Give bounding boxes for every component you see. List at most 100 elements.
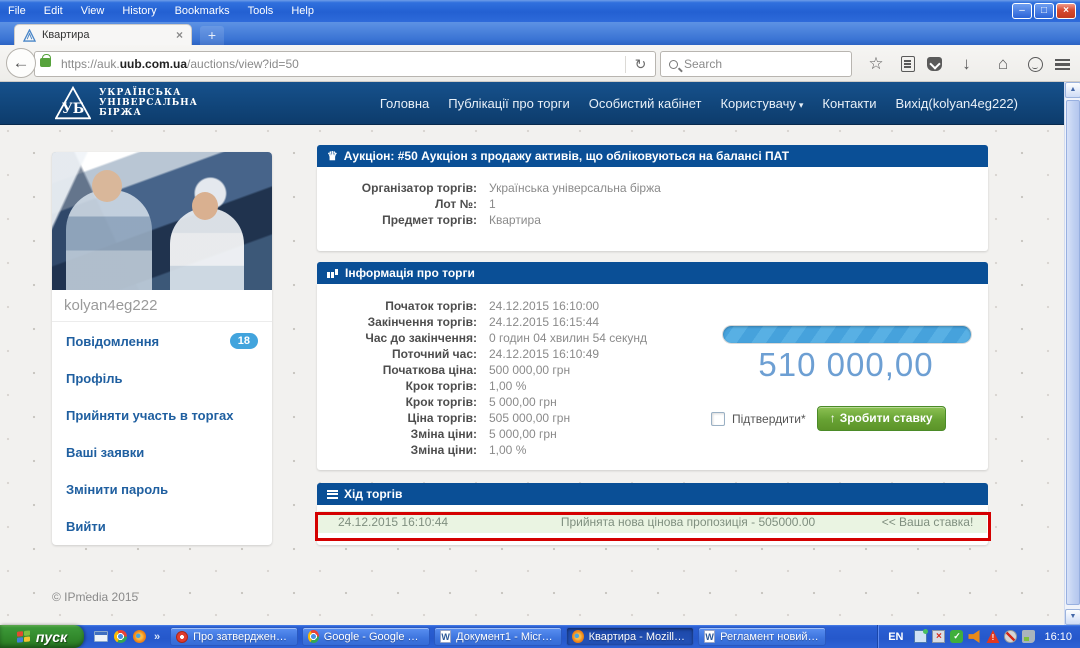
menu-bookmarks[interactable]: Bookmarks [175, 5, 230, 17]
download-icon[interactable]: ↓ [955, 54, 979, 74]
taskbar-clock[interactable]: 16:10 [1044, 631, 1072, 643]
place-bid-button[interactable]: ↑Зробити ставку [817, 406, 946, 431]
info-value: 24.12.2015 16:10:00 [489, 299, 599, 313]
task-button-chrome[interactable]: Google - Google Chrome [302, 627, 430, 646]
start-button[interactable]: пуск [0, 625, 84, 648]
site-favicon-icon [23, 29, 36, 42]
info-label: Поточний час: [317, 347, 477, 362]
url-bar[interactable]: https://auk.uub.com.ua/auctions/view?id=… [34, 51, 656, 77]
task-button-document-alert[interactable]: Про затвердження ... [170, 627, 298, 646]
home-icon[interactable]: ⌂ [991, 54, 1015, 74]
task-button-word-doc1[interactable]: W Документ1 - Microso... [434, 627, 562, 646]
network-activity-icon[interactable] [914, 630, 927, 643]
quick-launch-expand-icon[interactable]: » [152, 631, 162, 643]
history-panel-title: Хід торгів [344, 487, 402, 501]
menu-file[interactable]: File [8, 5, 26, 17]
sidebar-item-applications[interactable]: Ваші заявки [52, 434, 272, 471]
new-tab-button[interactable]: + [200, 26, 224, 45]
system-tray: EN × ✓ ! 16:10 [877, 625, 1080, 648]
blocked-icon[interactable] [1004, 630, 1017, 643]
current-bid-price: 510 000,00 [711, 346, 981, 384]
windows-flag-icon [17, 630, 31, 643]
nav-contacts[interactable]: Контакти [822, 96, 876, 111]
profile-photo [52, 152, 272, 290]
firefox-icon[interactable] [133, 630, 146, 643]
bookmarks-icon[interactable] [901, 56, 915, 72]
warning-icon[interactable]: ! [986, 630, 999, 643]
chrome-icon[interactable] [114, 630, 127, 643]
sidebar-item-change-password[interactable]: Змінити пароль [52, 471, 272, 508]
tab-kvartyra[interactable]: Квартира × [14, 24, 192, 45]
nav-user-dropdown[interactable]: Користувачу▾ [720, 96, 803, 111]
nav-logout[interactable]: Вихід(kolyan4eg222) [895, 96, 1018, 111]
trading-history-panel: Хід торгів 24.12.2015 16:10:44 Прийнята … [317, 483, 988, 545]
up-arrow-icon: ↑ [830, 411, 836, 425]
device-icon[interactable] [1022, 630, 1035, 643]
task-button-word-reglament[interactable]: W Регламент новий - М... [698, 627, 826, 646]
site-logo[interactable]: УБ УКРАЇНСЬКА УНІВЕРСАЛЬНА БІРЖА [55, 86, 198, 120]
username-label: kolyan4eg222 [52, 290, 272, 322]
close-button[interactable]: × [1056, 3, 1076, 19]
scroll-down-icon[interactable]: ▼ [1065, 609, 1080, 625]
star-icon[interactable]: ☆ [864, 54, 888, 74]
auction-panel-title: Аукціон: #50 Аукціон з продажу активів, … [344, 149, 789, 163]
info-value: 5 000,00 грн [489, 427, 557, 441]
minimize-button[interactable]: – [1012, 3, 1032, 19]
quick-launch: » [84, 630, 168, 643]
sidebar-card: kolyan4eg222 Повідомлення 18 Профіль При… [52, 152, 272, 545]
back-button[interactable]: ← [6, 48, 36, 78]
chrome-icon [308, 630, 319, 643]
field-value: 1 [489, 197, 496, 211]
menu-help[interactable]: Help [291, 5, 314, 17]
hamburger-menu-icon[interactable] [1055, 59, 1070, 70]
network-disconnected-icon[interactable]: × [932, 630, 945, 643]
menu-tools[interactable]: Tools [248, 5, 274, 17]
info-value: 5 000,00 грн [489, 395, 557, 409]
reload-icon[interactable]: ↻ [625, 56, 655, 73]
info-label: Зміна ціни: [317, 427, 477, 442]
sidebar-item-participate[interactable]: Прийняти участь в торгах [52, 397, 272, 434]
nav-home[interactable]: Головна [380, 96, 429, 111]
history-note: << Ваша ставка! [868, 515, 987, 529]
menu-history[interactable]: History [122, 5, 156, 17]
show-desktop-icon[interactable] [94, 631, 108, 642]
sidebar-item-logout[interactable]: Вийти [52, 508, 272, 545]
nav-cabinet[interactable]: Особистий кабінет [589, 96, 702, 111]
volume-icon[interactable] [968, 630, 981, 643]
trading-info-panel: Інформація про торги Початок торгів:24.1… [317, 262, 988, 470]
menu-edit[interactable]: Edit [44, 5, 63, 17]
menu-view[interactable]: View [81, 5, 105, 17]
scrollbar-thumb[interactable] [1066, 100, 1080, 605]
language-indicator[interactable]: EN [888, 631, 903, 643]
update-check-icon[interactable]: ✓ [950, 630, 963, 643]
info-label: Зміна ціни: [317, 443, 477, 458]
sidebar-item-profile[interactable]: Профіль [52, 360, 272, 397]
messenger-icon[interactable] [1028, 57, 1043, 72]
nav-publications[interactable]: Публікації про торги [448, 96, 569, 111]
tab-close-icon[interactable]: × [176, 28, 183, 42]
info-label: Ціна торгів: [317, 411, 477, 426]
confirm-checkbox[interactable] [711, 412, 725, 426]
task-button-firefox-active[interactable]: Квартира - Mozilla Fi... [566, 627, 694, 646]
pocket-icon[interactable] [927, 57, 942, 71]
info-value: 0 годин 04 хвилин 54 секунд [489, 331, 647, 345]
browser-toolbar: ← https://auk.uub.com.ua/auctions/view?i… [0, 45, 1080, 82]
photo-figure [170, 208, 244, 290]
scroll-up-icon[interactable]: ▲ [1065, 82, 1080, 98]
url-text: https://auk.uub.com.ua/auctions/view?id=… [61, 57, 625, 71]
firefox-icon [572, 630, 583, 643]
field-label: Предмет торгів: [317, 213, 477, 228]
photo-figure [92, 170, 122, 202]
sidebar-item-messages[interactable]: Повідомлення 18 [52, 322, 272, 360]
svg-text:УБ: УБ [62, 101, 85, 117]
desktop-screen: File Edit View History Bookmarks Tools H… [0, 0, 1080, 648]
history-time: 24.12.2015 16:10:44 [318, 515, 508, 529]
time-progress-bar [723, 326, 971, 343]
vertical-scrollbar[interactable]: ▲ ▼ [1064, 82, 1080, 625]
info-value: 24.12.2015 16:15:44 [489, 315, 599, 329]
photo-figure [66, 190, 152, 290]
info-label: Час до закінчення: [317, 331, 477, 346]
restore-button[interactable]: □ [1034, 3, 1054, 19]
auction-panel: ♛ Аукціон: #50 Аукціон з продажу активів… [317, 145, 988, 251]
search-input[interactable]: Search [660, 51, 852, 77]
